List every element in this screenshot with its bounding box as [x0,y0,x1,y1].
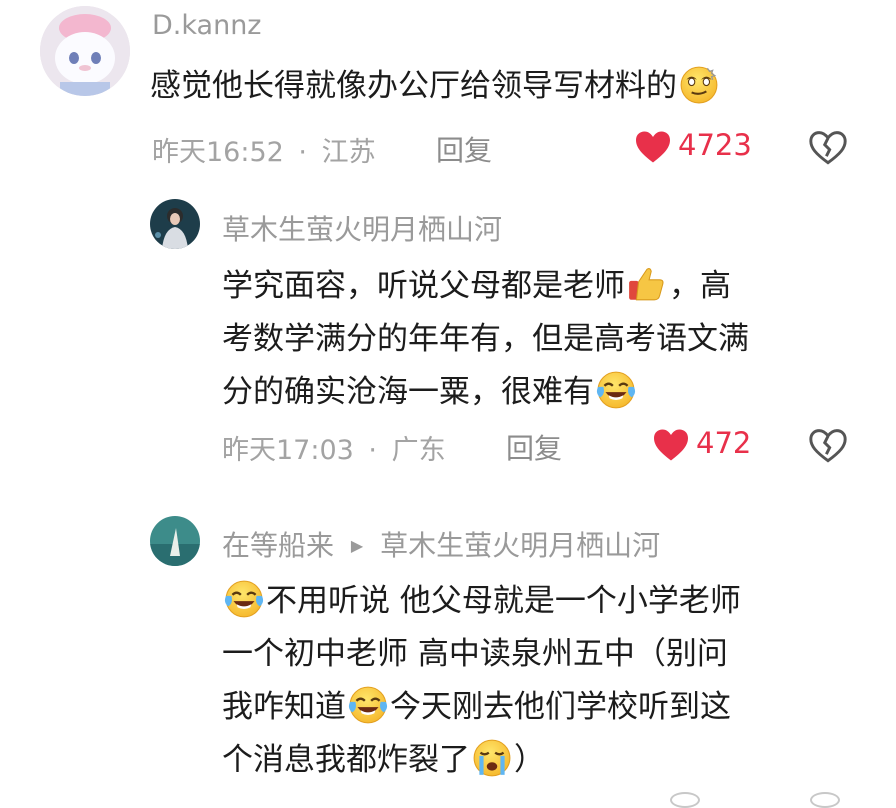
meta-separator: · [368,435,377,466]
reply-time: 昨天17:03 [222,435,354,466]
emoji-dizzy [680,66,718,103]
comment-location: 江苏 [321,137,376,168]
reply-arrow-icon: ▶ [350,536,364,555]
bottom-icons-clipped [660,792,860,808]
reply-meta: 昨天17:03 · 广东 [222,428,446,467]
reply-username[interactable]: 在等船来 [222,529,334,562]
reply-button[interactable]: 回复 [436,129,492,169]
emoji-laugh-cry [594,370,638,410]
reply-button[interactable]: 回复 [506,427,562,467]
reply-text: 我咋知道 [222,689,346,725]
meta-separator: · [298,137,307,168]
avatar-zaideng[interactable] [150,516,200,566]
like-count: 4723 [678,128,752,162]
dislike-broken-heart-icon[interactable] [808,428,848,464]
reply-location: 广东 [391,435,446,466]
heart-filled-icon [654,429,688,461]
dislike-broken-heart-icon[interactable] [808,130,848,166]
like-count: 472 [696,426,752,460]
comment-text: 感觉他长得就像办公厅给领导写材料的 [150,68,677,104]
comment-meta: 昨天16:52 · 江苏 [152,130,376,169]
reply-header: 在等船来 ▶ 草木生萤火明月栖山河 [222,524,660,564]
reply-text: 考数学满分的年年有，但是高考语文满 [222,321,749,357]
emoji-laugh-cry [222,579,266,619]
emoji-crying [473,739,511,776]
avatar-caomu[interactable] [150,199,200,249]
reply-body: 不用听说 他父母就是一个小学老师 一个初中老师 高中读泉州五中（别问 我咋知道 今… [222,575,741,787]
reply-body: 学究面容，听说父母都是老师 ，高 考数学满分的年年有，但是高考语文满 分的确实沧海… [222,260,749,419]
reply-text: 一个初中老师 高中读泉州五中（别问 [222,636,728,672]
reply-username[interactable]: 草木生萤火明月栖山河 [222,208,502,248]
reply-text: 个消息我都炸裂了 [222,742,470,778]
comment-time: 昨天16:52 [152,137,284,168]
emoji-laugh-cry [346,685,390,725]
reply-text: 分的确实沧海一粟，很难有 [222,374,594,410]
comment-username[interactable]: D.kannz [152,10,261,41]
reply-target-username[interactable]: 草木生萤火明月栖山河 [380,529,660,562]
reply-text: ，高 [669,268,731,304]
reply-text: 今天刚去他们学校听到这 [390,689,731,725]
emoji-thumbs-up [629,267,664,300]
reply-text: ） [514,742,545,778]
heart-filled-icon [636,131,670,163]
comment-body: 感觉他长得就像办公厅给领导写材料的 [150,60,721,113]
reply-text: 学究面容，听说父母都是老师 [222,268,625,304]
avatar-dkannz[interactable] [40,6,130,96]
reply-text: 不用听说 他父母就是一个小学老师 [266,583,741,619]
